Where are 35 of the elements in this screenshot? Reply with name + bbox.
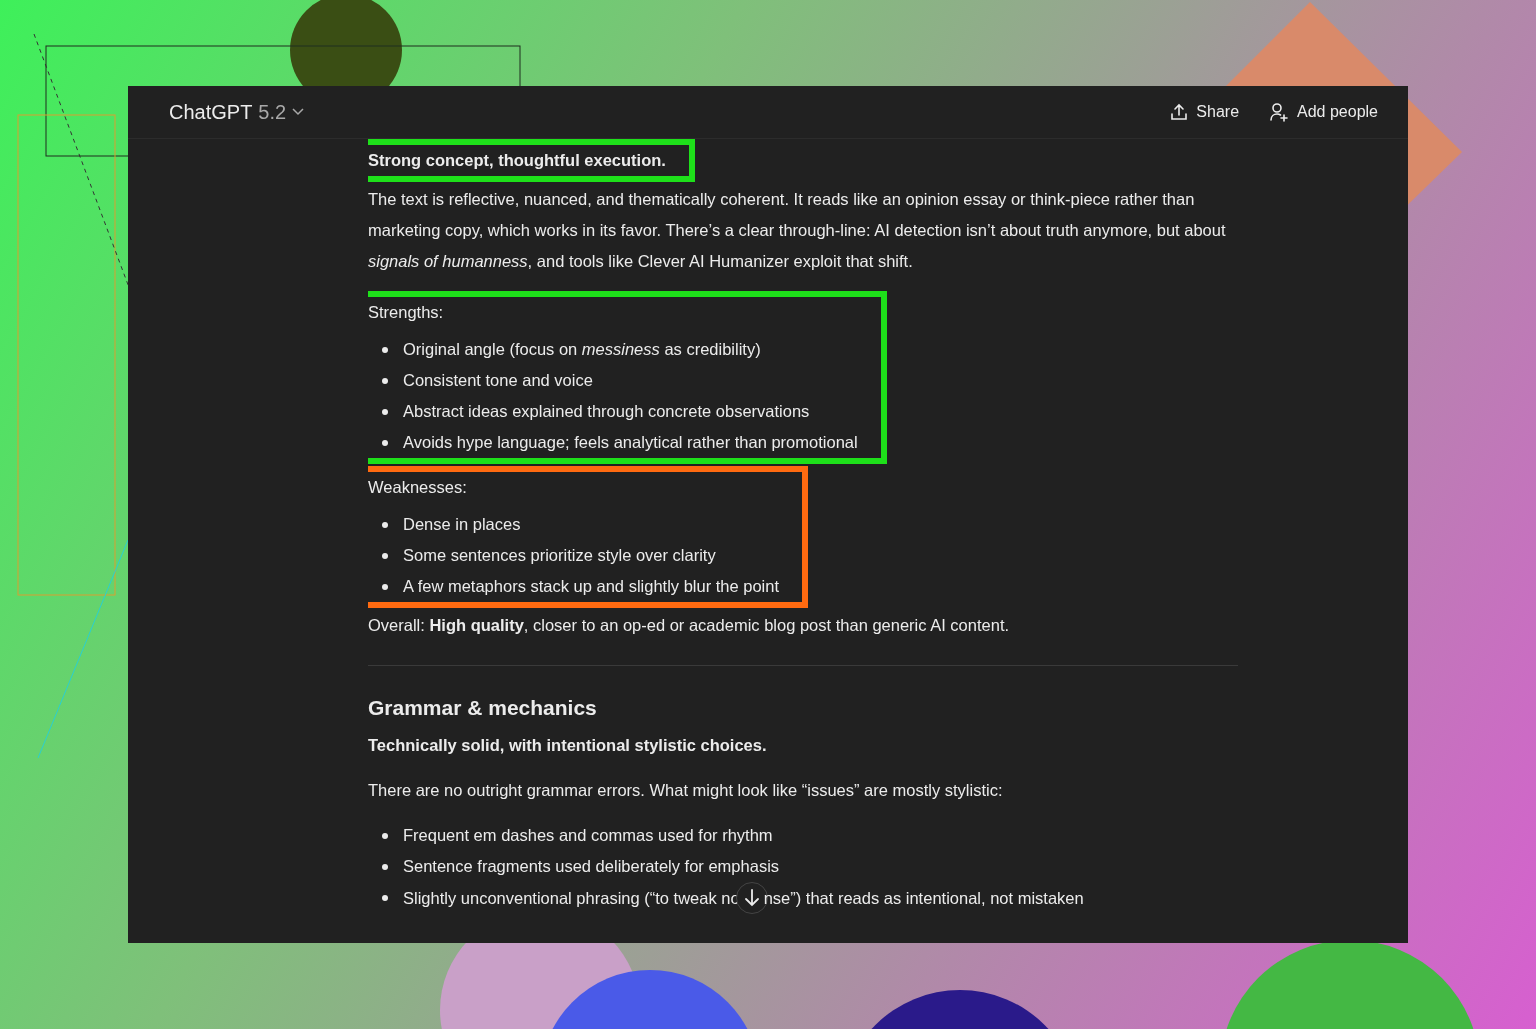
list-item-text: Some sentences prioritize style over clarity [403,545,716,566]
bullet-icon [382,409,388,415]
paragraph: The text is reflective, nuanced, and thematically coherent. It reads like an opinion essay or think-piece rather than marketing copy, which works in its favor. There’s a clear through-line: AI detection isn’t about truth anymore, but about signals of humanness, and tools like Clever AI Humanizer exploit that shift. [368,189,1227,272]
bullet-icon [382,584,388,590]
bullet-icon [382,440,388,446]
list-item-text: Consistent tone and voice [403,370,593,391]
bullet-icon [382,553,388,559]
paragraph: There are no outright grammar errors. What might look like “issues” are mostly stylistic: [368,780,1004,801]
list-item-text: Abstract ideas explained through concrete observations [403,401,810,422]
model-selector[interactable]: ChatGPT 5.2 [169,100,305,124]
paragraph: Overall: High quality, closer to an op-ed or academic blog post than generic AI content. [368,615,1011,636]
bullet-icon [382,522,388,528]
list-item-text: Dense in places [403,514,521,535]
arrow-down-icon [743,889,760,907]
bullet-icon [382,833,388,839]
add-people-button[interactable]: Add people [1269,102,1378,122]
chevron-down-icon [292,108,305,116]
bullet-icon [382,864,388,870]
bullet-icon [382,895,388,901]
list-item-text: Frequent em dashes and commas used for rhythm [403,825,773,846]
paragraph: Strengths: [368,302,445,323]
list-item-text: A few metaphors stack up and slightly blur the point [403,576,780,597]
bold-paragraph: Strong concept, thoughtful execution. [368,150,666,171]
list-item-text: Avoids hype language; feels analytical rather than promotional [403,432,858,453]
bullet-icon [382,347,388,353]
share-button[interactable]: Share [1170,102,1240,122]
list-item-text: Sentence fragments used deliberately for emphasis [403,856,780,877]
bold-paragraph: Technically solid, with intentional stylistic choices. [368,735,768,756]
share-icon [1170,103,1189,121]
paragraph: Weaknesses: [368,477,468,498]
add-person-icon [1269,102,1290,122]
bullet-icon [382,378,388,384]
list-item-text: nse”) that reads as intentional, not mistaken [763,887,1084,909]
list-item-text: Original angle (focus on messiness as credibility) [403,339,761,360]
section-heading: Grammar & mechanics [368,695,598,721]
